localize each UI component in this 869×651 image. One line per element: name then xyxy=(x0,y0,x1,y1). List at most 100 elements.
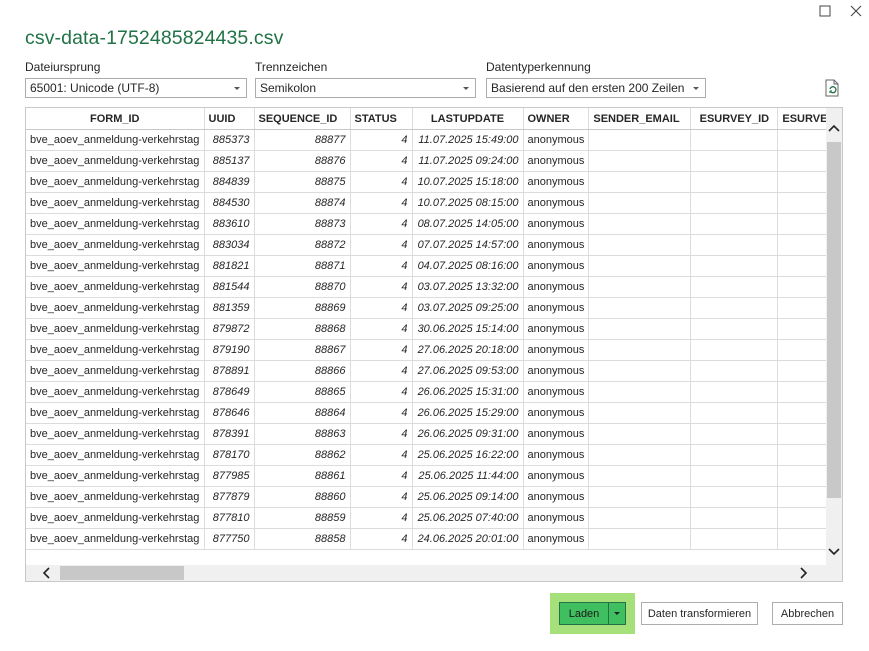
table-cell[interactable] xyxy=(690,360,779,382)
table-cell[interactable] xyxy=(690,402,779,424)
table-cell[interactable] xyxy=(588,318,692,340)
column-header[interactable]: STATUS xyxy=(350,108,413,130)
table-cell[interactable]: 88869 xyxy=(254,297,351,319)
table-cell[interactable]: 4 xyxy=(350,129,413,151)
table-cell[interactable] xyxy=(690,507,779,529)
table-cell[interactable]: 26.06.2025 09:31:00 xyxy=(412,423,524,445)
table-cell[interactable]: 881544 xyxy=(204,276,255,298)
table-cell[interactable]: 4 xyxy=(350,213,413,235)
table-cell[interactable]: anonymous xyxy=(523,213,590,235)
table-cell[interactable] xyxy=(588,297,692,319)
table-cell[interactable]: 4 xyxy=(350,297,413,319)
load-options-dropdown[interactable] xyxy=(608,602,626,625)
table-cell[interactable]: 88874 xyxy=(254,192,351,214)
table-cell[interactable]: 878891 xyxy=(204,360,255,382)
column-header[interactable]: OWNER xyxy=(523,108,590,130)
table-cell[interactable] xyxy=(690,129,779,151)
table-cell[interactable] xyxy=(690,276,779,298)
table-cell[interactable]: 4 xyxy=(350,318,413,340)
column-header[interactable]: LASTUPDATE xyxy=(412,108,524,130)
table-cell[interactable] xyxy=(588,150,692,172)
table-cell[interactable]: 881359 xyxy=(204,297,255,319)
table-cell[interactable]: bve_aoev_anmeldung-verkehrstag xyxy=(26,465,205,487)
table-cell[interactable]: 88877 xyxy=(254,129,351,151)
table-cell[interactable]: anonymous xyxy=(523,381,590,403)
table-cell[interactable]: 07.07.2025 14:57:00 xyxy=(412,234,524,256)
table-cell[interactable]: anonymous xyxy=(523,339,590,361)
table-cell[interactable]: bve_aoev_anmeldung-verkehrstag xyxy=(26,423,205,445)
table-cell[interactable]: 11.07.2025 09:24:00 xyxy=(412,150,524,172)
table-cell[interactable] xyxy=(588,171,692,193)
table-cell[interactable]: 88873 xyxy=(254,213,351,235)
table-cell[interactable]: 878391 xyxy=(204,423,255,445)
table-cell[interactable] xyxy=(690,528,779,550)
table-cell[interactable]: 25.06.2025 09:14:00 xyxy=(412,486,524,508)
table-cell[interactable]: 879872 xyxy=(204,318,255,340)
table-cell[interactable]: anonymous xyxy=(523,318,590,340)
table-cell[interactable]: anonymous xyxy=(523,507,590,529)
table-cell[interactable]: 88864 xyxy=(254,402,351,424)
table-cell[interactable]: 878646 xyxy=(204,402,255,424)
table-cell[interactable]: anonymous xyxy=(523,528,590,550)
table-cell[interactable] xyxy=(690,318,779,340)
table-cell[interactable]: anonymous xyxy=(523,486,590,508)
table-cell[interactable]: 4 xyxy=(350,171,413,193)
table-cell[interactable] xyxy=(690,255,779,277)
table-cell[interactable]: 25.06.2025 11:44:00 xyxy=(412,465,524,487)
table-cell[interactable]: 885137 xyxy=(204,150,255,172)
table-cell[interactable]: 88872 xyxy=(254,234,351,256)
table-cell[interactable]: bve_aoev_anmeldung-verkehrstag xyxy=(26,255,205,277)
table-cell[interactable]: 11.07.2025 15:49:00 xyxy=(412,129,524,151)
table-cell[interactable]: bve_aoev_anmeldung-verkehrstag xyxy=(26,150,205,172)
vertical-scroll-thumb[interactable] xyxy=(827,142,841,498)
table-cell[interactable] xyxy=(588,213,692,235)
table-cell[interactable]: anonymous xyxy=(523,276,590,298)
data-preview-grid[interactable]: FORM_ID UUID SEQUENCE_ID STATUS LASTUPDA… xyxy=(25,107,843,582)
table-cell[interactable] xyxy=(690,339,779,361)
table-cell[interactable] xyxy=(588,339,692,361)
table-cell[interactable]: bve_aoev_anmeldung-verkehrstag xyxy=(26,192,205,214)
table-cell[interactable]: 878649 xyxy=(204,381,255,403)
table-cell[interactable]: 877985 xyxy=(204,465,255,487)
file-origin-select[interactable]: 65001: Unicode (UTF-8) xyxy=(25,78,247,98)
table-cell[interactable]: anonymous xyxy=(523,129,590,151)
table-cell[interactable] xyxy=(690,297,779,319)
scroll-down-button[interactable] xyxy=(826,544,842,560)
table-cell[interactable]: 88876 xyxy=(254,150,351,172)
scroll-right-button[interactable] xyxy=(796,565,812,581)
table-cell[interactable]: bve_aoev_anmeldung-verkehrstag xyxy=(26,276,205,298)
column-header[interactable]: FORM_ID xyxy=(26,108,205,130)
table-cell[interactable]: 4 xyxy=(350,276,413,298)
table-cell[interactable]: 4 xyxy=(350,465,413,487)
table-cell[interactable]: 4 xyxy=(350,234,413,256)
table-cell[interactable] xyxy=(588,381,692,403)
table-cell[interactable]: bve_aoev_anmeldung-verkehrstag xyxy=(26,444,205,466)
table-cell[interactable]: 25.06.2025 07:40:00 xyxy=(412,507,524,529)
table-cell[interactable]: bve_aoev_anmeldung-verkehrstag xyxy=(26,171,205,193)
table-cell[interactable] xyxy=(690,465,779,487)
table-cell[interactable] xyxy=(588,402,692,424)
table-cell[interactable]: 27.06.2025 20:18:00 xyxy=(412,339,524,361)
table-cell[interactable]: anonymous xyxy=(523,255,590,277)
table-cell[interactable]: 879190 xyxy=(204,339,255,361)
vertical-scrollbar[interactable] xyxy=(826,108,842,566)
table-cell[interactable]: anonymous xyxy=(523,171,590,193)
column-header[interactable]: SENDER_EMAIL xyxy=(588,108,692,130)
table-cell[interactable]: 04.07.2025 08:16:00 xyxy=(412,255,524,277)
table-cell[interactable]: 4 xyxy=(350,360,413,382)
table-cell[interactable]: 4 xyxy=(350,402,413,424)
table-cell[interactable]: bve_aoev_anmeldung-verkehrstag xyxy=(26,507,205,529)
table-cell[interactable] xyxy=(588,192,692,214)
table-cell[interactable]: anonymous xyxy=(523,444,590,466)
table-cell[interactable]: 03.07.2025 13:32:00 xyxy=(412,276,524,298)
table-cell[interactable]: 24.06.2025 20:01:00 xyxy=(412,528,524,550)
table-cell[interactable]: 883610 xyxy=(204,213,255,235)
table-cell[interactable]: bve_aoev_anmeldung-verkehrstag xyxy=(26,528,205,550)
scroll-left-button[interactable] xyxy=(38,565,54,581)
table-cell[interactable]: 27.06.2025 09:53:00 xyxy=(412,360,524,382)
table-cell[interactable]: 4 xyxy=(350,444,413,466)
table-cell[interactable]: 10.07.2025 15:18:00 xyxy=(412,171,524,193)
table-cell[interactable]: 88867 xyxy=(254,339,351,361)
table-cell[interactable]: anonymous xyxy=(523,360,590,382)
table-cell[interactable]: bve_aoev_anmeldung-verkehrstag xyxy=(26,339,205,361)
